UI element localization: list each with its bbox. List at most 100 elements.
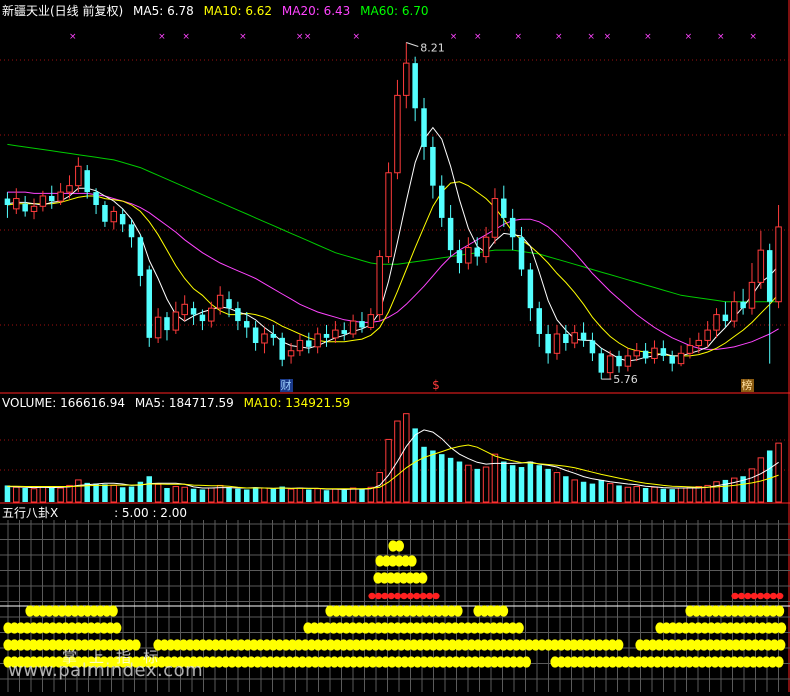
indicator-dot xyxy=(453,605,462,616)
candle-body-down xyxy=(661,348,666,356)
finance-marker: 财 xyxy=(281,378,292,392)
volume-bar-up xyxy=(182,487,187,502)
candle-body-down xyxy=(253,328,258,343)
candle-body-up xyxy=(333,330,338,338)
volume-bar-up xyxy=(31,489,36,502)
candle-body-down xyxy=(528,269,533,308)
volume-bar-up xyxy=(58,488,63,502)
volume-bar-up xyxy=(76,480,81,502)
signal-marker: × xyxy=(239,32,247,42)
candle-body-down xyxy=(226,299,231,308)
dividend-marker: $ xyxy=(432,378,440,392)
volume-bar-down xyxy=(723,480,728,502)
candle-body-up xyxy=(155,317,160,338)
volume-bar-up xyxy=(288,489,293,502)
candle-body-down xyxy=(510,218,515,237)
volume-bar-up xyxy=(625,487,630,502)
stock-chart[interactable]: ××××××××××××××××××8.215.76财$榜 新疆天业(日线 前复… xyxy=(0,0,790,692)
candle-body-down xyxy=(501,199,506,218)
candle-body-down xyxy=(102,205,107,222)
candle-body-up xyxy=(40,196,45,206)
candle-body-down xyxy=(581,333,586,341)
volume-bar-down xyxy=(5,485,10,502)
volume-ma5-line xyxy=(7,430,778,490)
candle-body-down xyxy=(49,196,54,201)
volume-bar-down xyxy=(430,450,435,502)
volume-bar-down xyxy=(616,485,621,502)
candle-body-down xyxy=(669,356,674,364)
volume-bar-up xyxy=(368,487,373,502)
candle-body-up xyxy=(368,315,373,328)
volume-bar-down xyxy=(271,489,276,502)
volume-bar-down xyxy=(359,489,364,502)
volume-bar-down xyxy=(129,487,134,502)
candle-body-up xyxy=(625,356,630,366)
indicator-dot-red xyxy=(407,593,414,599)
candle-body-up xyxy=(492,199,497,238)
candle-body-up xyxy=(182,304,187,314)
volume-bar-up xyxy=(40,487,45,502)
candle-body-down xyxy=(545,334,550,353)
indicator-dot xyxy=(774,656,783,667)
candle-body-up xyxy=(483,237,488,256)
candle-body-down xyxy=(412,63,417,108)
indicator-dot-red xyxy=(751,593,758,599)
candle-body-up xyxy=(67,186,72,192)
candle-body-up xyxy=(404,63,409,95)
candle-body-up xyxy=(350,321,355,334)
signal-marker: × xyxy=(304,32,312,42)
candle-body-down xyxy=(421,108,426,147)
candle-body-up xyxy=(111,211,116,221)
volume-bar-up xyxy=(554,473,559,502)
candle-body-down xyxy=(643,351,648,359)
volume-bar-down xyxy=(93,484,98,502)
candle-body-down xyxy=(200,315,205,321)
indicator-dot-red xyxy=(731,593,738,599)
candle-body-up xyxy=(705,330,710,340)
candle-body-down xyxy=(306,340,311,346)
candle-body-down xyxy=(616,356,621,366)
volume-bar-down xyxy=(306,489,311,502)
signal-marker: × xyxy=(353,32,361,42)
volume-bar-down xyxy=(563,476,568,502)
volume-bar-down xyxy=(102,484,107,502)
indicator-dot-red xyxy=(776,593,783,599)
volume-bar-up xyxy=(483,467,488,502)
indicator-dot-red xyxy=(375,593,382,599)
signal-marker: × xyxy=(717,32,725,42)
indicator-dot-red xyxy=(738,593,745,599)
candle-body-down xyxy=(439,186,444,218)
indicator-dot xyxy=(522,656,531,667)
indicator-dot xyxy=(776,639,785,650)
volume-bar-up xyxy=(404,414,409,502)
volume-bar-up xyxy=(714,482,719,502)
high-price-label: 8.21 xyxy=(420,42,445,55)
indicator-dot-red xyxy=(426,593,433,599)
candle-body-down xyxy=(84,170,89,192)
candle-body-down xyxy=(93,192,98,205)
signal-marker: × xyxy=(450,32,458,42)
candle-body-up xyxy=(377,257,382,315)
candle-body-down xyxy=(129,224,134,237)
volume-bar-down xyxy=(22,488,27,502)
candle-body-up xyxy=(297,340,302,350)
signal-marker: × xyxy=(474,32,482,42)
price-header: 新疆天业(日线 前复权) MA5: 6.78 MA10: 6.62 MA20: … xyxy=(2,4,435,18)
indicator-dot-red xyxy=(413,593,420,599)
indicator-dot xyxy=(109,605,118,616)
indicator-dot xyxy=(775,605,784,616)
volume-bar-up xyxy=(386,439,391,502)
candle-body-up xyxy=(634,351,639,356)
candle-body-down xyxy=(342,330,347,334)
candle-body-down xyxy=(457,250,462,263)
vol-ma5-label: MA5: 184717.59 xyxy=(135,396,234,410)
signal-marker: × xyxy=(749,32,757,42)
volume-bar-up xyxy=(155,484,160,502)
volume-bar-down xyxy=(581,482,586,502)
volume-bar-up xyxy=(173,487,178,502)
volume-bar-down xyxy=(147,476,152,502)
indicator-dot-red xyxy=(763,593,770,599)
signal-marker: × xyxy=(685,32,693,42)
volume-bar-down xyxy=(528,462,533,502)
volume-bar-down xyxy=(439,454,444,502)
